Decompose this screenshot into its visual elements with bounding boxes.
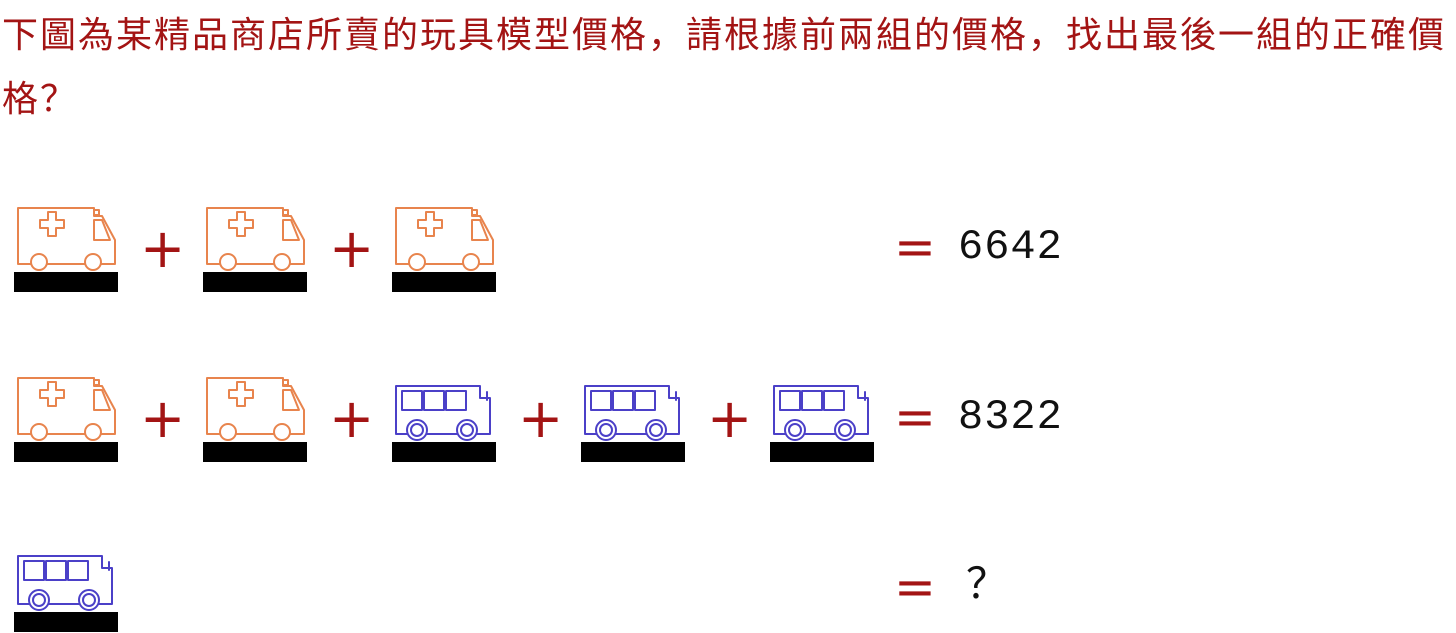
plus-operator: + xyxy=(329,217,375,280)
plus-operator: + xyxy=(140,217,186,280)
ambulance-icon xyxy=(392,202,497,293)
plus-operator: + xyxy=(518,387,564,450)
bus-icon xyxy=(14,542,119,633)
plus-operator: + xyxy=(140,387,186,450)
plus-operator: + xyxy=(707,387,753,450)
ambulance-icon xyxy=(14,372,119,463)
bus-icon xyxy=(581,372,686,463)
row-result-unknown: ？ xyxy=(966,563,1010,611)
equals-sign: = xyxy=(894,558,936,616)
equals-sign: = xyxy=(894,218,936,276)
plus-operator: + xyxy=(329,387,375,450)
ambulance-icon xyxy=(14,202,119,293)
ambulance-icon xyxy=(203,202,308,293)
ambulance-icon xyxy=(203,372,308,463)
equals-sign: = xyxy=(894,388,936,446)
bus-icon xyxy=(770,372,875,463)
row-result: 8322 xyxy=(958,393,1063,441)
bus-icon xyxy=(392,372,497,463)
question-text: 下圖為某精品商店所賣的玩具模型價格，請根據前兩組的價格，找出最後一組的正確價格？ xyxy=(2,15,1447,120)
row-result: 6642 xyxy=(958,223,1063,271)
